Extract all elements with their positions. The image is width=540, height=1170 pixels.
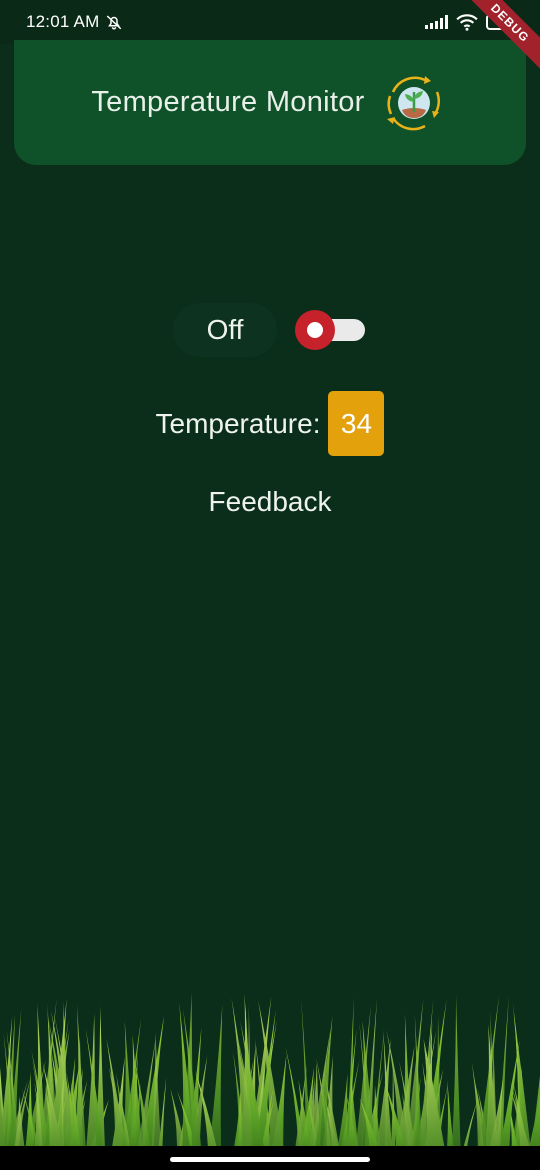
- home-indicator[interactable]: [170, 1157, 370, 1162]
- app-bar: Temperature Monitor: [14, 40, 526, 165]
- plant-recycle-icon: [386, 75, 440, 130]
- bell-muted-icon: [107, 15, 122, 30]
- screen: 12:01 AM 66 DEBUG Temperature Monitor: [0, 0, 540, 1170]
- temperature-row: Temperature: 34: [0, 391, 540, 456]
- temperature-value-badge: 34: [328, 391, 385, 456]
- feedback-button[interactable]: Feedback: [0, 486, 540, 518]
- temperature-label: Temperature:: [155, 407, 321, 439]
- switch-thumb[interactable]: [295, 310, 335, 350]
- power-state-label: Off: [173, 303, 277, 357]
- signal-icon: [425, 15, 448, 29]
- power-switch[interactable]: [295, 308, 367, 352]
- power-row: Off: [0, 303, 540, 357]
- status-time: 12:01 AM: [26, 12, 100, 31]
- wifi-icon: [456, 14, 478, 31]
- app-title: Temperature Monitor: [91, 86, 365, 118]
- status-bar: 12:01 AM 66: [0, 0, 540, 44]
- system-nav-bar: [0, 1146, 540, 1170]
- grass-decoration: [0, 992, 540, 1170]
